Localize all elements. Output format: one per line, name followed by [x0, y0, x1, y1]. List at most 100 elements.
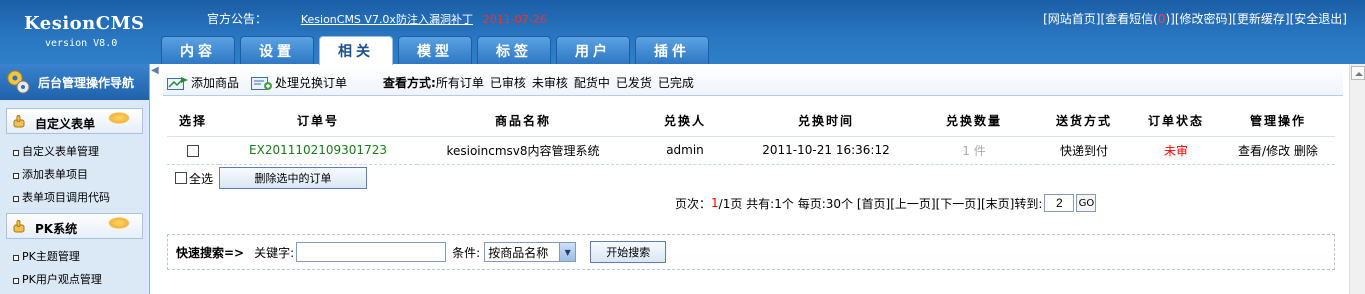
tab-labels[interactable]: 标签	[477, 36, 551, 64]
prev-page-link[interactable]: [上一页]	[890, 195, 935, 212]
order-number[interactable]: EX2011102109301723	[219, 136, 417, 165]
announcement: 官方公告： KesionCMS V7.0x防注入漏洞补丁 2011-07-26	[207, 10, 547, 27]
condition-selected-value: 按商品名称	[488, 245, 549, 260]
section-decoration-icon	[108, 112, 130, 124]
admin-gear-icon	[7, 70, 30, 94]
sidebar-section-title: PK系统	[35, 222, 78, 236]
add-product-button[interactable]: 添加商品	[167, 74, 239, 91]
view-edit-link[interactable]: 查看/修改	[1238, 144, 1290, 158]
announcement-label: 官方公告：	[207, 12, 268, 26]
sidebar-title: 后台管理操作导航	[38, 76, 135, 90]
bulk-actions: 全选 删除选中的订单	[175, 167, 368, 189]
table-header-row: 选择 订单号 商品名称 兑换人 兑换时间 兑换数量 送货方式 订单状态 管理操作	[167, 106, 1335, 137]
select-all-checkbox[interactable]	[175, 172, 187, 184]
keyword-input[interactable]	[296, 242, 447, 262]
home-link[interactable]: [网站首页]	[1043, 12, 1100, 26]
exchange-quantity: 1 件	[911, 136, 1037, 165]
top-header: KesionCMS version V8.0 官方公告： KesionCMS V…	[0, 0, 1365, 65]
first-page-link[interactable]: [首页]	[857, 195, 890, 212]
scrollbar[interactable]	[1349, 64, 1365, 294]
filter-shipped[interactable]: 已发货	[616, 76, 652, 90]
filter-unapproved[interactable]: 未审核	[532, 76, 568, 90]
add-product-label: 添加商品	[191, 76, 240, 90]
quick-search: 快速搜索=> 关键字: 条件: 按商品名称 ▼ 开始搜索	[167, 234, 1335, 270]
col-delivery: 送货方式	[1037, 106, 1131, 137]
table-row: EX2011102109301723 kesioincmsv8内容管理系统 ad…	[167, 136, 1335, 165]
sidebar-item-add-form-item[interactable]: 添加表单项目	[0, 163, 149, 186]
delete-link[interactable]: 删除	[1294, 144, 1318, 158]
sidebar-item-form-manage[interactable]: 自定义表单管理	[0, 140, 149, 163]
toolbar: 添加商品 处理兑换订单 查看方式:所有订单 已审核 未审核 配货中 已发货 已完成	[163, 66, 1343, 96]
col-order-no: 订单号	[219, 106, 417, 137]
sidebar-section-custom-form[interactable]: 自定义表单	[6, 108, 143, 134]
per-page: 每页:30个	[797, 196, 854, 211]
start-search-button[interactable]: 开始搜索	[590, 241, 667, 263]
last-page-link[interactable]: [末页]	[981, 195, 1014, 212]
announcement-link[interactable]: KesionCMS V7.0x防注入漏洞补丁	[301, 13, 473, 26]
sidebar-item-form-code[interactable]: 表单项目调用代码	[0, 186, 149, 209]
goto-label: 转到:	[1014, 196, 1043, 211]
main-tabs: 内容 设置 相关 模型 标签 用户 插件	[161, 36, 714, 65]
quick-search-title: 快速搜索=>	[176, 245, 245, 260]
process-orders-label: 处理兑换订单	[275, 76, 348, 90]
col-select: 选择	[167, 106, 219, 137]
hand-icon	[13, 115, 25, 128]
tab-content[interactable]: 内容	[161, 36, 235, 64]
view-filter-label: 查看方式:	[383, 76, 436, 90]
filter-picking[interactable]: 配货中	[574, 76, 610, 90]
sidebar-item-pk-topics[interactable]: PK主题管理	[0, 245, 149, 268]
tab-settings[interactable]: 设置	[240, 36, 314, 64]
tab-related[interactable]: 相关	[319, 36, 393, 65]
change-password-link[interactable]: [修改密码]	[1175, 12, 1232, 26]
messages-link-tail: )]	[1165, 12, 1175, 26]
row-select-cell	[167, 136, 219, 165]
col-status: 订单状态	[1131, 106, 1221, 137]
add-product-icon	[167, 76, 188, 90]
condition-label: 条件:	[452, 245, 481, 260]
exchange-user: admin	[629, 136, 741, 165]
sidebar-collapse-icon[interactable]: ◀	[151, 65, 161, 89]
sidebar-section-pk[interactable]: PK系统	[6, 213, 143, 239]
sidebar-item-pk-opinions[interactable]: PK用户观点管理	[0, 268, 149, 291]
pagination: 页次： 1/1页 共有:1个 每页:30个 [首页] [上一页] [下一页] [末页] 转…	[675, 194, 1097, 212]
refresh-cache-link[interactable]: [更新缓存]	[1232, 12, 1289, 26]
filter-completed[interactable]: 已完成	[658, 76, 694, 90]
tab-users[interactable]: 用户	[556, 36, 630, 64]
page-label: 页次：	[675, 196, 712, 211]
messages-count: 0	[1157, 12, 1166, 26]
next-page-link[interactable]: [下一页]	[936, 195, 981, 212]
logout-link[interactable]: [安全退出]	[1290, 12, 1347, 26]
filter-all[interactable]: 所有订单	[436, 76, 484, 90]
current-page: 1	[711, 196, 719, 210]
top-links: [网站首页][查看短信(0)][修改密码][更新缓存][安全退出]	[1043, 10, 1347, 27]
hand-icon	[13, 220, 25, 233]
orders-table: 选择 订单号 商品名称 兑换人 兑换时间 兑换数量 送货方式 订单状态 管理操作…	[167, 106, 1335, 165]
logo-version: version V8.0	[45, 38, 118, 49]
go-button[interactable]: GO	[1076, 194, 1097, 212]
tab-model[interactable]: 模型	[398, 36, 472, 64]
row-actions: 查看/修改 删除	[1221, 136, 1335, 165]
col-quantity: 兑换数量	[911, 106, 1037, 137]
col-time: 兑换时间	[741, 106, 911, 137]
sidebar-section-title: 自定义表单	[35, 117, 96, 131]
messages-link-label: [查看短信(	[1100, 12, 1158, 26]
sidebar-list: PK主题管理 PK用户观点管理	[0, 245, 149, 291]
goto-page-input[interactable]	[1044, 194, 1075, 212]
select-all-label[interactable]: 全选	[189, 170, 213, 187]
section-decoration-icon	[108, 217, 130, 229]
logo: KesionCMS version V8.0	[0, 0, 160, 64]
scroll-up-icon[interactable]	[1351, 66, 1365, 80]
messages-link[interactable]: [查看短信(0)]	[1100, 12, 1174, 26]
delete-selected-button[interactable]: 删除选中的订单	[219, 167, 368, 189]
sidebar-header: 后台管理操作导航	[0, 64, 149, 100]
process-orders-button[interactable]: 处理兑换订单	[251, 74, 347, 91]
total-count: 共有:1个	[746, 196, 794, 211]
total-pages: /1页	[718, 196, 743, 211]
logo-title: KesionCMS	[24, 13, 145, 34]
condition-select[interactable]: 按商品名称 ▼	[484, 242, 577, 262]
sidebar-list: 自定义表单管理 添加表单项目 表单项目调用代码	[0, 140, 149, 209]
row-checkbox[interactable]	[187, 144, 199, 157]
filter-approved[interactable]: 已审核	[490, 76, 526, 90]
tab-plugins[interactable]: 插件	[635, 36, 709, 64]
announcement-date: 2011-07-26	[482, 13, 547, 26]
